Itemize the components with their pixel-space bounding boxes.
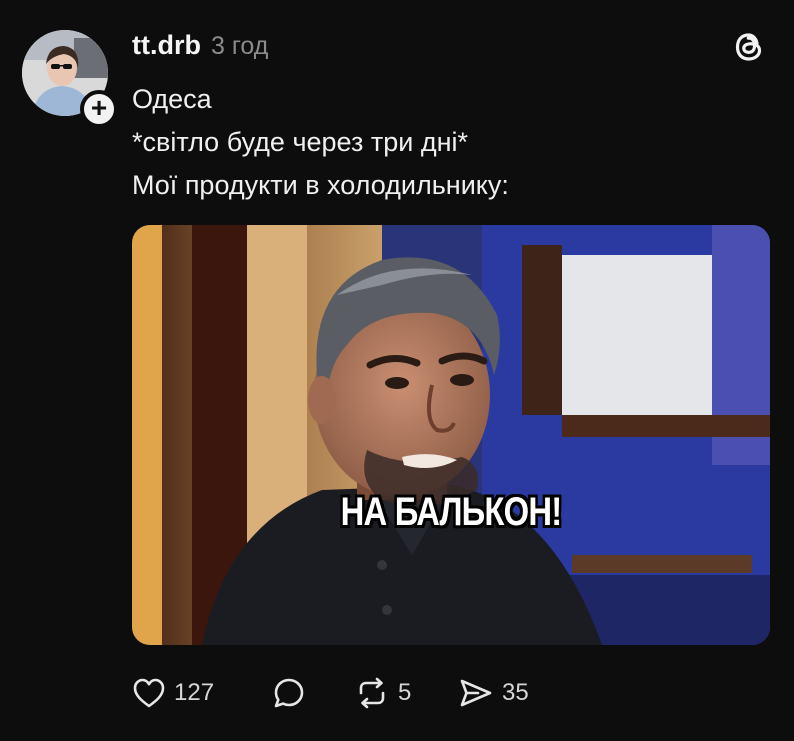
repost-icon xyxy=(359,677,385,709)
comment-bubble-icon xyxy=(274,678,304,708)
threads-logo-icon[interactable] xyxy=(730,28,768,66)
author-username[interactable]: tt.drb xyxy=(132,30,201,61)
share-count: 35 xyxy=(502,679,529,706)
post-actions: 127 5 35 xyxy=(132,672,529,714)
avatar-container[interactable]: + xyxy=(22,30,118,128)
comment-button[interactable] xyxy=(272,676,354,710)
meme-photo xyxy=(132,225,770,645)
post-line-1: Одеса xyxy=(132,84,212,114)
post-image[interactable]: НА БАЛЬКОН! xyxy=(132,225,770,645)
like-count: 127 xyxy=(174,679,215,706)
post-header: tt.drb 3 год xyxy=(132,30,268,61)
like-button[interactable]: 127 xyxy=(132,677,272,709)
plus-icon: + xyxy=(90,92,108,123)
send-icon xyxy=(460,679,492,707)
post-timestamp: 3 год xyxy=(210,32,269,60)
repost-button[interactable]: 5 xyxy=(354,676,458,710)
follow-button[interactable]: + xyxy=(80,90,118,128)
post-body: Одеса *світло буде через три дні* Мої пр… xyxy=(132,78,752,207)
meme-caption: НА БАЛЬКОН! xyxy=(340,490,562,534)
post-line-3: Мої продукти в холодильнику: xyxy=(132,170,509,200)
post-line-2: *світло буде через три дні* xyxy=(132,127,468,157)
share-button[interactable]: 35 xyxy=(458,677,529,709)
repost-count: 5 xyxy=(398,679,412,706)
heart-icon xyxy=(133,678,165,708)
